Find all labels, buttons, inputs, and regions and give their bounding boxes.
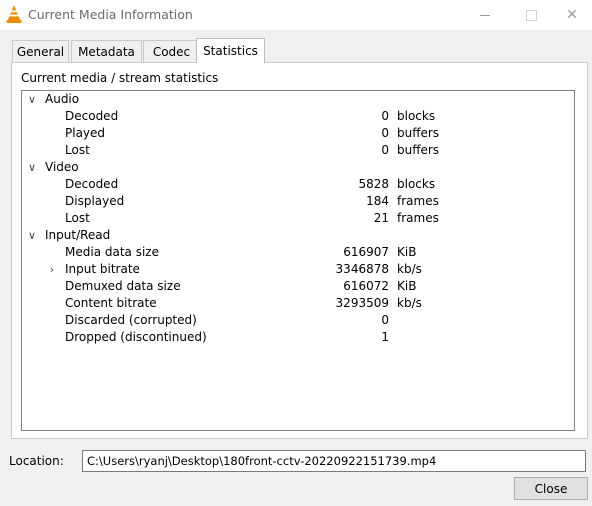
stat-unit: buffers xyxy=(397,126,440,140)
tree-row[interactable]: Content bitrate 3293509 kb/s xyxy=(22,295,574,312)
stat-unit: KiB xyxy=(397,245,417,259)
tree-row[interactable]: Displayed 184 frames xyxy=(22,193,574,210)
close-window-button[interactable]: ✕ xyxy=(552,0,592,30)
maximize-icon xyxy=(525,9,537,21)
minimize-icon xyxy=(480,14,490,16)
tree-row[interactable]: Decoded 5828 blocks xyxy=(22,176,574,193)
tab-label: General xyxy=(16,44,65,59)
stat-unit: kb/s xyxy=(397,262,422,276)
stat-value: 5828 xyxy=(358,177,389,191)
tree-row[interactable]: Demuxed data size 616072 KiB xyxy=(22,278,574,295)
stat-value: 0 xyxy=(381,313,389,327)
close-button[interactable]: Close xyxy=(514,477,588,500)
chevron-down-icon[interactable]: ∨ xyxy=(26,91,38,108)
stat-value: 3346878 xyxy=(335,262,389,276)
stat-label: Decoded xyxy=(65,109,119,123)
statistics-tree[interactable]: ∨ Audio Decoded 0 blocks Played 0 buffer… xyxy=(21,90,575,431)
group-label: Input/Read xyxy=(45,228,111,242)
panel-caption: Current media / stream statistics xyxy=(21,71,219,85)
stat-unit: blocks xyxy=(397,177,436,191)
maximize-button[interactable] xyxy=(508,0,554,30)
location-field[interactable]: C:\Users\ryanj\Desktop\180front-cctv-202… xyxy=(82,450,586,472)
chevron-right-icon[interactable]: › xyxy=(46,261,58,278)
tree-group-video[interactable]: ∨ Video xyxy=(22,159,574,176)
tree-row[interactable]: Dropped (discontinued) 1 xyxy=(22,329,574,346)
stat-label: Discarded (corrupted) xyxy=(65,313,197,327)
tree-row[interactable]: Lost 21 frames xyxy=(22,210,574,227)
close-icon: ✕ xyxy=(566,7,578,23)
stat-value: 1 xyxy=(381,330,389,344)
tree-row[interactable]: Lost 0 buffers xyxy=(22,142,574,159)
tab-label: Statistics xyxy=(203,44,258,58)
statistics-panel: Current media / stream statistics ∨ Audi… xyxy=(11,62,588,439)
group-label: Video xyxy=(45,160,79,174)
tree-row[interactable]: Media data size 616907 KiB xyxy=(22,244,574,261)
stat-unit: buffers xyxy=(397,143,440,157)
tab-metadata[interactable]: Metadata xyxy=(71,40,142,62)
tree-row[interactable]: Played 0 buffers xyxy=(22,125,574,142)
chevron-down-icon[interactable]: ∨ xyxy=(26,159,38,176)
chevron-down-icon[interactable]: ∨ xyxy=(26,227,38,244)
vlc-cone-icon xyxy=(6,5,22,23)
minimize-button[interactable] xyxy=(462,0,508,30)
stat-unit: frames xyxy=(397,211,439,225)
title-bar: Current Media Information ✕ xyxy=(0,0,592,30)
stat-label: Content bitrate xyxy=(65,296,157,310)
stat-value: 0 xyxy=(381,126,389,140)
stat-value: 616072 xyxy=(343,279,389,293)
stat-label: Lost xyxy=(65,143,90,157)
group-label: Audio xyxy=(45,92,80,106)
stat-label: Played xyxy=(65,126,106,140)
stat-unit: blocks xyxy=(397,109,436,123)
stat-label: Media data size xyxy=(65,245,159,259)
tree-row[interactable]: Discarded (corrupted) 0 xyxy=(22,312,574,329)
tab-label: Codec xyxy=(152,44,191,59)
stat-unit: frames xyxy=(397,194,439,208)
tab-codec[interactable]: Codec xyxy=(143,40,200,62)
stat-label: Demuxed data size xyxy=(65,279,181,293)
stat-label: Displayed xyxy=(65,194,125,208)
window-title: Current Media Information xyxy=(28,7,193,22)
tree-row[interactable]: › Input bitrate 3346878 kb/s xyxy=(22,261,574,278)
tab-statistics[interactable]: Statistics xyxy=(196,38,265,63)
stat-unit: KiB xyxy=(397,279,417,293)
stat-value: 21 xyxy=(373,211,389,225)
location-value: C:\Users\ryanj\Desktop\180front-cctv-202… xyxy=(87,454,437,468)
location-label: Location: xyxy=(9,454,64,468)
stat-value: 3293509 xyxy=(335,296,389,310)
tree-group-audio[interactable]: ∨ Audio xyxy=(22,91,574,108)
stat-value: 616907 xyxy=(343,245,389,259)
tree-row[interactable]: Decoded 0 blocks xyxy=(22,108,574,125)
stat-value: 0 xyxy=(381,143,389,157)
stat-value: 184 xyxy=(366,194,389,208)
stat-label: Lost xyxy=(65,211,90,225)
stat-label: Input bitrate xyxy=(65,262,140,276)
stat-unit: kb/s xyxy=(397,296,422,310)
stat-value: 0 xyxy=(381,109,389,123)
tree-group-input-read[interactable]: ∨ Input/Read xyxy=(22,227,574,244)
stat-label: Dropped (discontinued) xyxy=(65,330,207,344)
tab-label: Metadata xyxy=(78,44,135,59)
tab-general[interactable]: General xyxy=(12,40,69,62)
stat-label: Decoded xyxy=(65,177,119,191)
